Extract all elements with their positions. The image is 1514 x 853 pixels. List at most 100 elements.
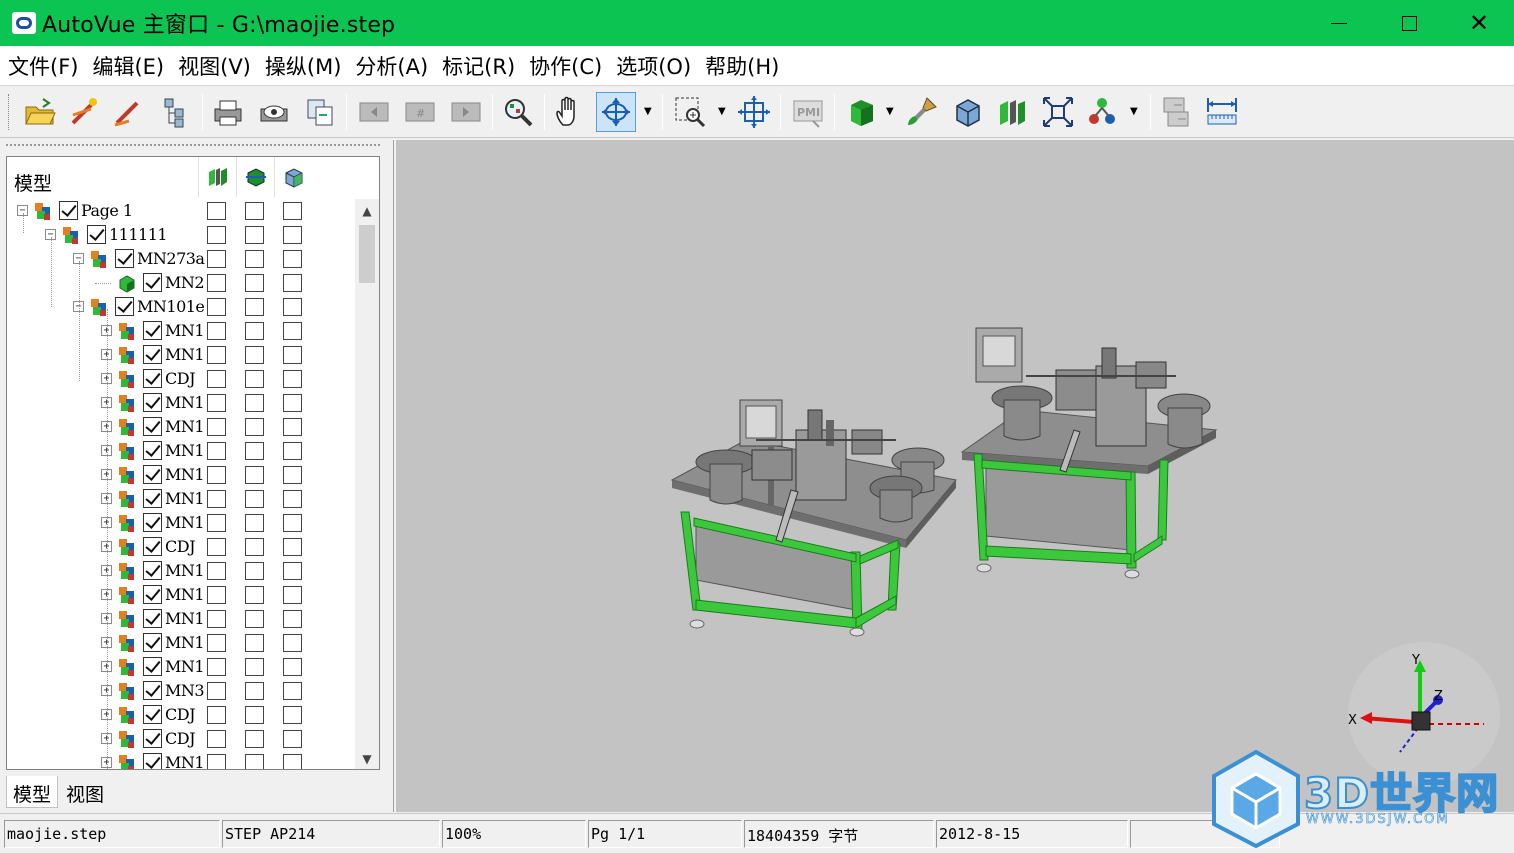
node-checkbox[interactable] <box>143 633 162 652</box>
tree-structure-button[interactable] <box>156 92 196 132</box>
visibility-checkbox[interactable] <box>207 538 226 556</box>
transparency-checkbox[interactable] <box>245 658 264 676</box>
visibility-checkbox[interactable] <box>207 754 226 769</box>
tree-row[interactable]: + MN3 <box>7 679 355 703</box>
box-checkbox[interactable] <box>283 730 302 748</box>
transparency-checkbox[interactable] <box>245 538 264 556</box>
node-label[interactable]: MN1 <box>165 321 205 340</box>
visibility-checkbox[interactable] <box>207 562 226 580</box>
markup-edit-button[interactable] <box>108 92 148 132</box>
visibility-checkbox[interactable] <box>207 682 226 700</box>
visibility-checkbox[interactable] <box>207 298 226 316</box>
tree-row[interactable]: + MN1 <box>7 415 355 439</box>
visibility-checkbox[interactable] <box>207 370 226 388</box>
node-label[interactable]: MN3 <box>165 681 205 700</box>
transparency-column-header[interactable] <box>236 157 274 197</box>
transparency-checkbox[interactable] <box>245 298 264 316</box>
visibility-checkbox[interactable] <box>207 514 226 532</box>
tab-view[interactable]: 视图 <box>60 776 110 808</box>
box-checkbox[interactable] <box>283 226 302 244</box>
node-checkbox[interactable] <box>59 201 78 220</box>
box-checkbox[interactable] <box>283 466 302 484</box>
node-checkbox[interactable] <box>143 537 162 556</box>
tree-row[interactable]: + CDJ <box>7 535 355 559</box>
node-checkbox[interactable] <box>115 249 134 268</box>
transparency-checkbox[interactable] <box>245 442 264 460</box>
transparency-checkbox[interactable] <box>245 226 264 244</box>
transparency-checkbox[interactable] <box>245 202 264 220</box>
transparency-checkbox[interactable] <box>245 490 264 508</box>
visibility-checkbox[interactable] <box>207 466 226 484</box>
node-label[interactable]: MN273a <box>137 249 205 268</box>
transparency-checkbox[interactable] <box>245 346 264 364</box>
tree-row[interactable]: − MN273a <box>7 247 355 271</box>
visibility-checkbox[interactable] <box>207 274 226 292</box>
box-checkbox[interactable] <box>283 394 302 412</box>
transparency-checkbox[interactable] <box>245 610 264 628</box>
visibility-checkbox[interactable] <box>207 730 226 748</box>
transparency-checkbox[interactable] <box>245 418 264 436</box>
box-checkbox[interactable] <box>283 658 302 676</box>
explode-button[interactable] <box>1038 92 1078 132</box>
node-label[interactable]: MN1 <box>165 417 205 436</box>
node-label[interactable]: MN1 <box>165 633 205 652</box>
node-checkbox[interactable] <box>143 345 162 364</box>
tree-row[interactable]: − MN101e <box>7 295 355 319</box>
node-checkbox[interactable] <box>143 465 162 484</box>
visibility-checkbox[interactable] <box>207 442 226 460</box>
menu-help[interactable]: 帮助(H) <box>705 51 779 81</box>
node-checkbox[interactable] <box>143 705 162 724</box>
tree-row[interactable]: + CDJ <box>7 367 355 391</box>
node-label[interactable]: MN1 <box>165 609 205 628</box>
tree-row[interactable]: − Page 1 <box>7 199 355 223</box>
node-label[interactable]: CDJ <box>165 537 195 556</box>
tree-row[interactable]: + MN1 <box>7 583 355 607</box>
tree-row[interactable]: + MN1 <box>7 487 355 511</box>
maximize-button[interactable] <box>1374 0 1444 46</box>
node-checkbox[interactable] <box>143 441 162 460</box>
box-checkbox[interactable] <box>283 586 302 604</box>
scroll-up-icon[interactable]: ▲ <box>355 199 379 223</box>
box-checkbox[interactable] <box>283 562 302 580</box>
visibility-checkbox[interactable] <box>207 250 226 268</box>
compare-button[interactable] <box>1156 92 1196 132</box>
node-checkbox[interactable] <box>143 585 162 604</box>
tree-scrollbar[interactable]: ▲ ▼ <box>355 199 379 769</box>
node-checkbox[interactable] <box>143 609 162 628</box>
menu-collaborate[interactable]: 协作(C) <box>529 51 602 81</box>
scroll-down-icon[interactable]: ▼ <box>355 747 379 769</box>
zoom-fit-button[interactable] <box>498 92 538 132</box>
tree-row[interactable]: + CDJ <box>7 703 355 727</box>
section-button[interactable] <box>992 92 1032 132</box>
pan-button[interactable] <box>550 92 590 132</box>
box-checkbox[interactable] <box>283 754 302 769</box>
node-checkbox[interactable] <box>143 513 162 532</box>
node-checkbox[interactable] <box>143 657 162 676</box>
transparency-checkbox[interactable] <box>245 682 264 700</box>
node-checkbox[interactable] <box>115 297 134 316</box>
rotate-button[interactable] <box>596 92 636 132</box>
node-label[interactable]: MN1 <box>165 465 205 484</box>
menu-edit[interactable]: 编辑(E) <box>92 51 164 81</box>
tree-row[interactable]: + MN1 <box>7 511 355 535</box>
node-label[interactable]: MN1 <box>165 393 205 412</box>
node-label[interactable]: MN1 <box>165 561 205 580</box>
node-label[interactable]: MN1 <box>165 657 205 676</box>
panel-grip[interactable] <box>6 144 380 147</box>
node-checkbox[interactable] <box>143 729 162 748</box>
transparency-checkbox[interactable] <box>245 562 264 580</box>
node-label[interactable]: Page 1 <box>81 201 133 220</box>
node-checkbox[interactable] <box>143 753 162 769</box>
transparency-checkbox[interactable] <box>245 634 264 652</box>
visibility-checkbox[interactable] <box>207 394 226 412</box>
node-label[interactable]: MN1 <box>165 753 205 769</box>
node-checkbox[interactable] <box>143 489 162 508</box>
visibility-checkbox[interactable] <box>207 490 226 508</box>
box-checkbox[interactable] <box>283 322 302 340</box>
scroll-thumb[interactable] <box>359 225 375 283</box>
node-checkbox[interactable] <box>143 561 162 580</box>
tree-row[interactable]: + MN1 <box>7 631 355 655</box>
transparency-checkbox[interactable] <box>245 730 264 748</box>
prev-page-button[interactable] <box>354 92 394 132</box>
node-checkbox[interactable] <box>143 417 162 436</box>
